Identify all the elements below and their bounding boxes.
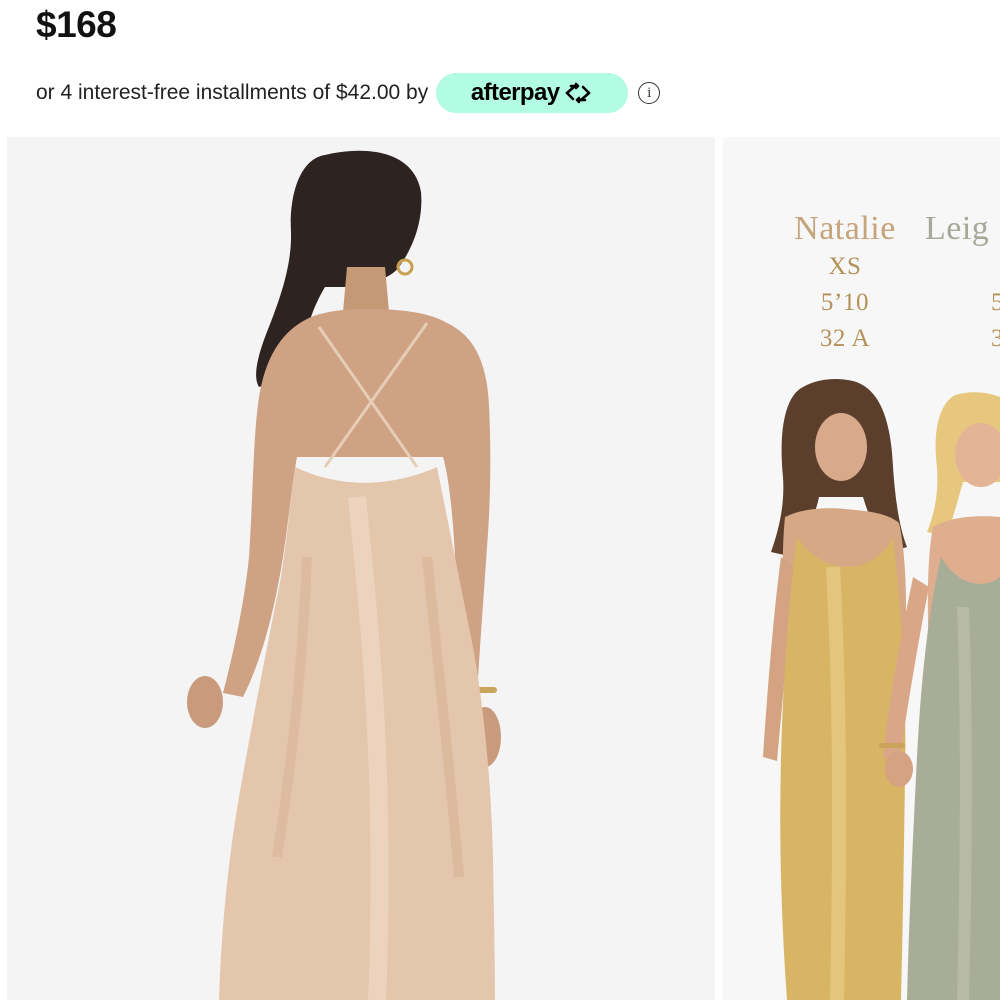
product-price: $168 [36, 4, 117, 45]
product-photo-back-view[interactable] [7, 137, 715, 1000]
installments-row: or 4 interest-free installments of $42.0… [36, 72, 661, 114]
model-info-natalie: Natalie XS 5’10 32 A [775, 209, 915, 357]
model-bust: 34 [991, 325, 1000, 352]
product-photo-models[interactable]: Natalie XS 5’10 32 A Leig 5 34 [723, 137, 1000, 1000]
afterpay-arrows-icon [563, 82, 593, 104]
model-name: Leig [925, 210, 990, 247]
afterpay-logo-text: afterpay [470, 79, 560, 106]
product-image-gallery[interactable]: Natalie XS 5’10 32 A Leig 5 34 [0, 137, 1000, 1000]
model-size [925, 249, 1000, 285]
model-info-leigh: Leig 5 34 [925, 209, 1000, 357]
model-name: Natalie [794, 210, 896, 247]
afterpay-button[interactable]: afterpay [436, 73, 629, 113]
model-bust: 32 A [819, 325, 871, 352]
info-icon[interactable]: i [638, 82, 661, 104]
model-height: 5 [991, 289, 1000, 316]
model-height: 5’10 [820, 289, 870, 316]
installments-text: or 4 interest-free installments of $42.0… [36, 81, 429, 104]
model-size: XS [828, 253, 862, 280]
